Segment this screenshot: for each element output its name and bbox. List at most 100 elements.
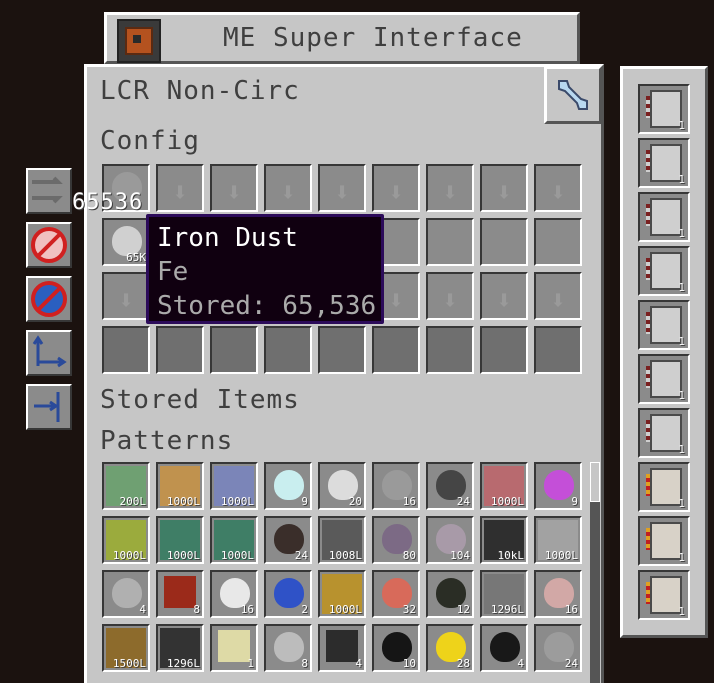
config-wrench-button[interactable]	[544, 66, 602, 124]
pattern-provider-slot[interactable]: 1	[638, 570, 690, 620]
pattern-slot[interactable]: 32	[372, 570, 420, 618]
pattern-slot[interactable]: 24	[426, 462, 474, 510]
side-button-insert[interactable]	[26, 330, 72, 376]
config-slot[interactable]: ⬇	[210, 164, 258, 212]
stored-slot[interactable]	[372, 326, 420, 374]
pattern-slot[interactable]: 9	[534, 462, 582, 510]
stored-slot[interactable]	[534, 326, 582, 374]
slot-amount: 1	[678, 173, 685, 186]
config-slot[interactable]: ⬇	[426, 272, 474, 320]
config-slot[interactable]: ⬇	[318, 164, 366, 212]
pattern-scroll-thumb[interactable]	[590, 462, 600, 502]
pattern-provider-slot[interactable]: 1	[638, 354, 690, 404]
export-icon	[34, 392, 60, 422]
slot-amount: 1	[678, 227, 685, 240]
pattern-slot[interactable]: 4	[318, 624, 366, 672]
pattern-slot[interactable]: 12	[426, 570, 474, 618]
config-slot[interactable]: ⬇	[372, 164, 420, 212]
config-slot[interactable]: 65K	[102, 218, 150, 266]
dust-black	[490, 632, 520, 662]
pattern-slot[interactable]: 16	[372, 462, 420, 510]
slot-amount: 80	[402, 549, 416, 562]
encoded-pattern-icon	[646, 360, 682, 398]
stored-slot[interactable]	[318, 326, 366, 374]
pattern-slot[interactable]: 16	[210, 570, 258, 618]
pattern-slot[interactable]: 4	[480, 624, 528, 672]
pattern-provider-slot[interactable]: 1	[638, 138, 690, 188]
down-arrow-icon: ⬇	[388, 290, 404, 312]
slot-amount: 28	[456, 657, 470, 670]
stored-slot[interactable]	[480, 326, 528, 374]
stored-slot[interactable]	[426, 326, 474, 374]
pattern-slot[interactable]: 1000L	[318, 570, 366, 618]
pattern-slot[interactable]: 1500L	[102, 624, 150, 672]
stored-slot[interactable]	[264, 326, 312, 374]
slot-amount: 4	[139, 603, 146, 616]
side-button-fuzzy[interactable]	[26, 168, 72, 214]
pattern-slot[interactable]: 1000L	[210, 516, 258, 564]
side-button-block-1[interactable]	[26, 222, 72, 268]
pattern-slot[interactable]: 1000L	[480, 462, 528, 510]
pattern-slot[interactable]: 1296L	[480, 570, 528, 618]
config-slot[interactable]: ⬇	[426, 164, 474, 212]
pattern-slot[interactable]: 24	[534, 624, 582, 672]
pattern-provider-slot[interactable]: 1	[638, 516, 690, 566]
down-arrow-icon: ⬇	[334, 182, 350, 204]
pattern-slot[interactable]: 16	[534, 570, 582, 618]
slot-amount: 4	[355, 657, 362, 670]
pattern-provider-slot[interactable]: 1	[638, 84, 690, 134]
dust-light	[112, 578, 142, 608]
encoded-pattern-icon	[646, 414, 682, 452]
config-slot[interactable]: ⬇	[102, 272, 150, 320]
config-slot[interactable]: ⬇	[534, 164, 582, 212]
pattern-provider-slot[interactable]: 1	[638, 300, 690, 350]
side-button-block-2[interactable]	[26, 276, 72, 322]
config-slot[interactable]	[534, 218, 582, 266]
pattern-slot[interactable]: 4	[102, 570, 150, 618]
config-slot[interactable]: ⬇	[534, 272, 582, 320]
pattern-slot[interactable]: 24	[264, 516, 312, 564]
pattern-slot[interactable]: 8	[156, 570, 204, 618]
patterns-label: Patterns	[100, 426, 234, 456]
config-slot[interactable]: ⬇	[156, 164, 204, 212]
stored-slot[interactable]	[156, 326, 204, 374]
pattern-slot[interactable]: 8	[264, 624, 312, 672]
stored-slot[interactable]	[210, 326, 258, 374]
slot-amount: 16	[240, 603, 254, 616]
pattern-provider-slot[interactable]: 1	[638, 246, 690, 296]
slot-amount: 1000L	[166, 495, 200, 508]
item-tooltip: Iron Dust Fe Stored: 65,536	[146, 214, 384, 324]
slot-amount: 65K	[126, 251, 146, 264]
slot-amount: 1	[678, 605, 685, 618]
pattern-slot[interactable]: 10kL	[480, 516, 528, 564]
pattern-slot[interactable]: 80	[372, 516, 420, 564]
side-count-overlay: 65536	[72, 190, 144, 215]
pattern-provider-slot[interactable]: 1	[638, 192, 690, 242]
stored-slot[interactable]	[102, 326, 150, 374]
pattern-slot[interactable]: 1000L	[210, 462, 258, 510]
dust-purple	[544, 470, 574, 500]
pattern-slot[interactable]: 28	[426, 624, 474, 672]
config-slot[interactable]: ⬇	[264, 164, 312, 212]
config-slot[interactable]: ⬇	[480, 164, 528, 212]
pattern-slot[interactable]: 1296L	[156, 624, 204, 672]
pattern-slot[interactable]: 1000L	[156, 516, 204, 564]
pattern-provider-slot[interactable]: 1	[638, 408, 690, 458]
config-slot[interactable]	[480, 218, 528, 266]
pattern-slot[interactable]: 9	[264, 462, 312, 510]
pattern-slot[interactable]: 1008L	[318, 516, 366, 564]
side-button-output[interactable]	[26, 384, 72, 430]
pattern-provider-slot[interactable]: 1	[638, 462, 690, 512]
pattern-slot[interactable]: 1000L	[102, 516, 150, 564]
pattern-slot[interactable]: 104	[426, 516, 474, 564]
pattern-slot[interactable]: 1000L	[534, 516, 582, 564]
pattern-slot[interactable]: 2	[264, 570, 312, 618]
pattern-slot[interactable]: 1	[210, 624, 258, 672]
config-slot[interactable]: ⬇	[480, 272, 528, 320]
pattern-slot[interactable]: 1000L	[156, 462, 204, 510]
down-arrow-icon: ⬇	[496, 290, 512, 312]
pattern-slot[interactable]: 200L	[102, 462, 150, 510]
pattern-slot[interactable]: 20	[318, 462, 366, 510]
config-slot[interactable]	[426, 218, 474, 266]
pattern-slot[interactable]: 10	[372, 624, 420, 672]
